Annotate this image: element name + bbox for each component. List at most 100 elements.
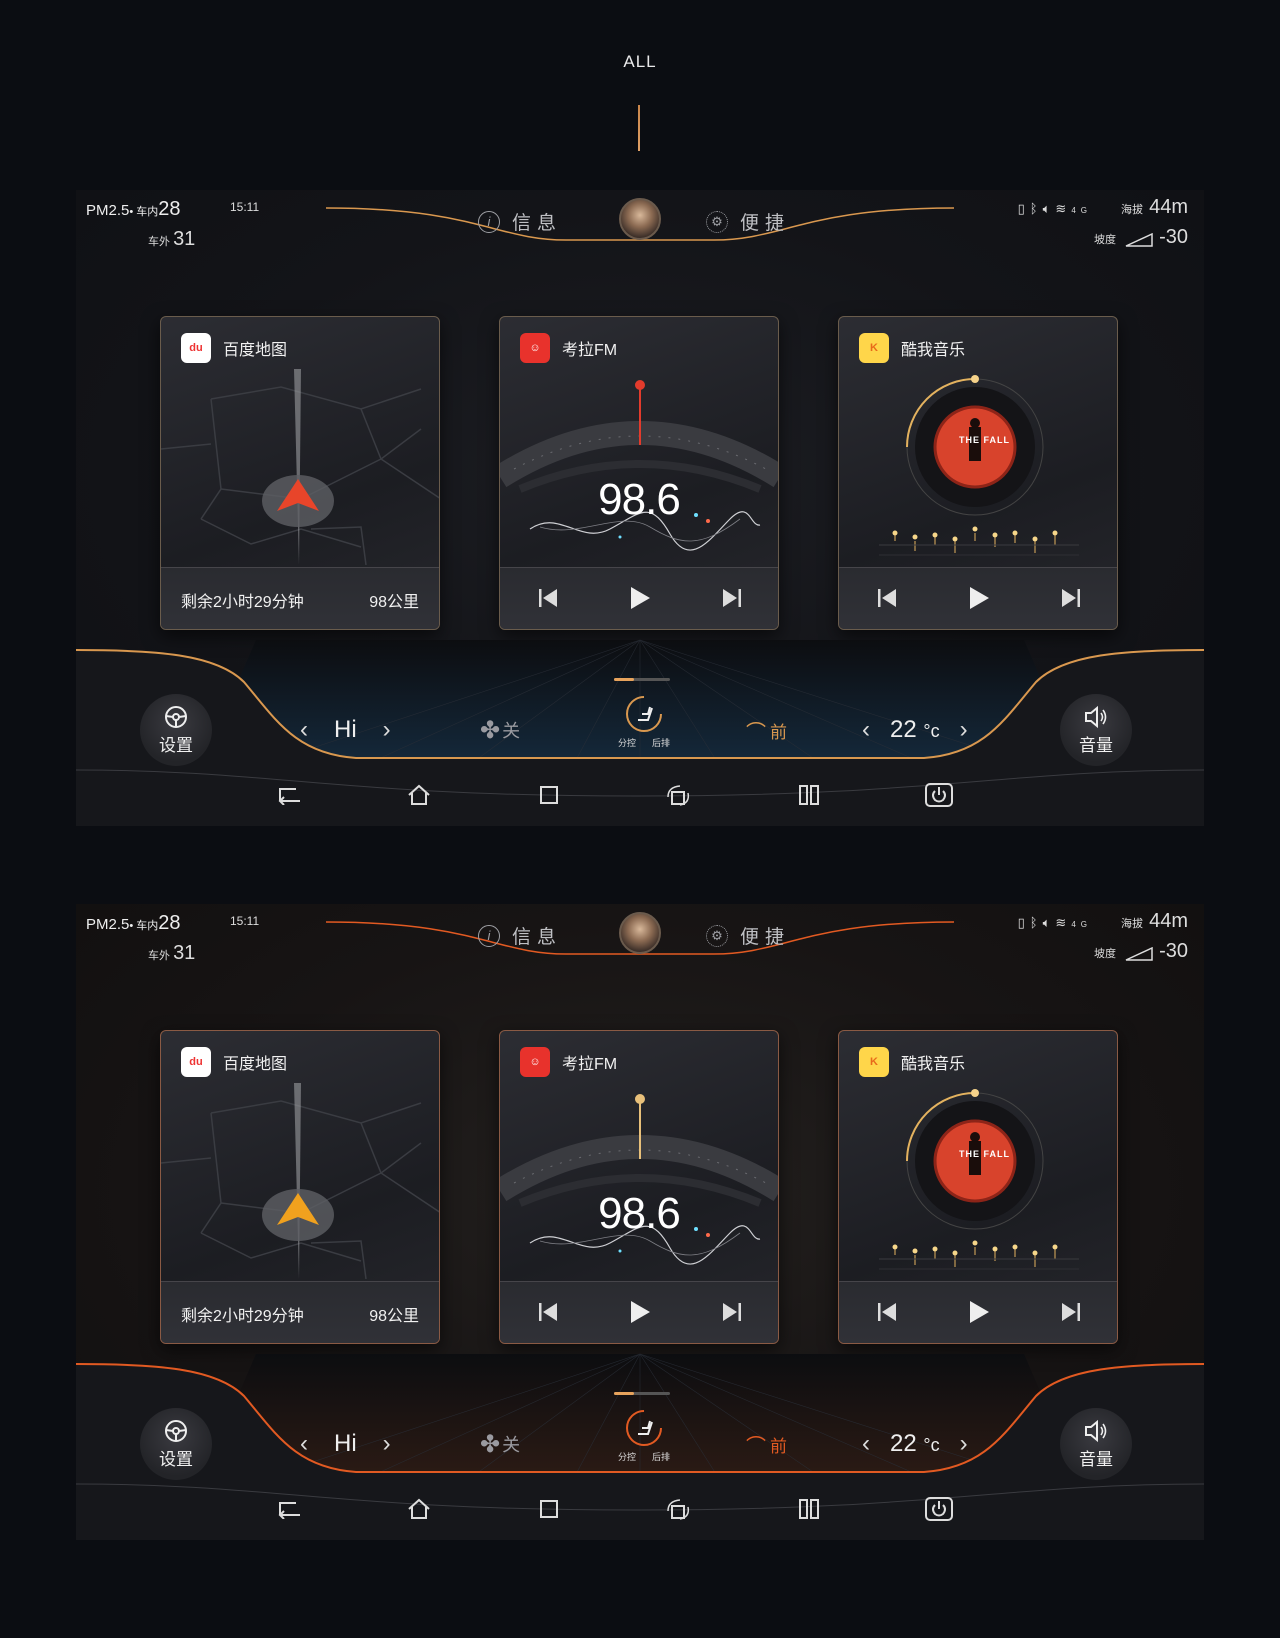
infotainment-screen: PM2.5• 车内28 15:11 车外 31 i 信息 ⚙ 便捷 ▯ᛒ🔈︎≋4… [76,190,1204,826]
next-icon[interactable] [1053,582,1089,614]
status-icons: ▯ᛒ🔈︎≋4G [1018,201,1092,217]
previous-icon[interactable] [869,582,905,614]
temp-increase-button[interactable]: › [954,716,974,744]
infotainment-screen: PM2.5• 车内28 15:11 车外 31 i 信息 ⚙ 便捷 ▯ᛒ🔈︎≋4… [76,904,1204,1540]
bluetooth-icon: ᛒ [1029,201,1043,216]
previous-icon[interactable] [869,1296,905,1328]
back-icon[interactable] [274,780,304,810]
radio-card[interactable]: ☺ 考拉FM 98.6 [499,316,779,630]
front-defrost-button[interactable]: ⌒ 前 [746,1424,787,1464]
music-card[interactable]: THE FALL K 酷我音乐 [838,316,1118,630]
fan-speed-control: ‹ Hi › [294,1424,397,1464]
seat-icon [624,1408,664,1448]
fan-increase-button[interactable]: › [377,1430,397,1458]
pm25-indicator: PM2.5• 车内28 [86,912,181,934]
recents-icon[interactable] [534,780,564,810]
page-indicator [614,1392,670,1395]
volume-button[interactable]: 音量 [1060,1408,1132,1480]
remaining-time: 剩余2小时29分钟 [181,594,304,611]
settings-button[interactable]: 设置 [140,694,212,766]
play-icon[interactable] [622,1296,658,1328]
info-icon: i [478,924,500,947]
back-icon[interactable] [274,1494,304,1524]
radio-card[interactable]: ☺ 考拉FM 98.6 [499,1030,779,1344]
slope: 坡度 -30 [1094,226,1188,248]
recents-icon[interactable] [534,1494,564,1524]
fan-speed-control: ‹ Hi › [294,710,397,750]
home-icon[interactable] [404,1494,434,1524]
play-icon[interactable] [961,1296,997,1328]
ac-seat-control[interactable]: 分控 后排 [618,1408,670,1462]
previous-icon[interactable] [530,1296,566,1328]
split-screen-icon[interactable] [794,780,824,810]
home-icon[interactable] [404,780,434,810]
outside-temp: 车外 31 [148,942,196,964]
map-card[interactable]: du 百度地图 剩余2小时29分钟 98公里 [160,1030,440,1344]
bluetooth-icon: ᛒ [1029,915,1043,930]
screen-gold-theme: PM2.5• 车内28 15:11 车外 31 i 信息 ⚙ 便捷 ▯ᛒ🔈︎≋4… [76,190,1204,826]
front-defrost-button[interactable]: ⌒ 前 [746,710,787,750]
quick-button[interactable]: ⚙ 便捷 [706,208,790,235]
screen-orange-theme: PM2.5• 车内28 15:11 车外 31 i 信息 ⚙ 便捷 ▯ᛒ🔈︎≋4… [76,904,1204,1540]
temp-decrease-button[interactable]: ‹ [856,716,876,744]
fan-decrease-button[interactable]: ‹ [294,716,314,744]
fan-increase-button[interactable]: › [377,716,397,744]
remaining-distance: 98公里 [369,594,419,611]
baidu-map-icon: du [181,333,211,363]
fan-toggle[interactable]: ✤ 关 [480,1424,520,1464]
steering-wheel-icon [165,705,187,728]
temperature-value: 22 °c [890,1430,940,1457]
ac-seat-control[interactable]: 分控 后排 [618,694,670,748]
temperature-control: ‹ 22 °c › [856,1424,974,1464]
play-icon[interactable] [961,582,997,614]
next-icon[interactable] [714,582,750,614]
power-icon[interactable] [924,1494,954,1524]
steering-wheel-icon [165,1419,187,1442]
previous-icon[interactable] [530,582,566,614]
temp-decrease-button[interactable]: ‹ [856,1430,876,1458]
sound-icon: 🔈︎ [1042,201,1056,216]
play-icon[interactable] [622,582,658,614]
settings-button[interactable]: 设置 [140,1408,212,1480]
music-visual [879,1089,1079,1270]
slope-icon [1125,947,1153,961]
fan-toggle[interactable]: ✤ 关 [480,710,520,750]
radio-app-name: 考拉FM [562,1056,618,1073]
kaola-fm-icon: ☺ [520,333,550,363]
user-avatar[interactable] [619,198,661,240]
temp-increase-button[interactable]: › [954,1430,974,1458]
map-app-name: 百度地图 [223,342,288,359]
remaining-time: 剩余2小时29分钟 [181,1308,304,1325]
map-card[interactable]: du 百度地图 剩余2小时29分钟 98公里 [160,316,440,630]
rotate-screen-icon[interactable] [664,780,694,810]
rotate-screen-icon[interactable] [664,1494,694,1524]
pm25-indicator: PM2.5• 车内28 [86,198,181,220]
info-button[interactable]: i 信息 [478,208,562,235]
next-icon[interactable] [1053,1296,1089,1328]
altitude: 海拔 44m [1120,910,1188,932]
speaker-icon [1085,1419,1107,1442]
split-screen-icon[interactable] [794,1494,824,1524]
page-title: ALL [623,52,657,71]
defrost-icon: ⌒ [746,1435,766,1458]
music-card[interactable]: THE FALL K 酷我音乐 [838,1030,1118,1344]
fan-decrease-button[interactable]: ‹ [294,1430,314,1458]
slope-icon [1125,233,1153,247]
radio-dial [500,1094,778,1265]
clock: 15:11 [230,914,260,928]
status-icons: ▯ᛒ🔈︎≋4G [1018,915,1092,931]
user-avatar[interactable] [619,912,661,954]
radio-app-name: 考拉FM [562,342,618,359]
kaola-fm-icon: ☺ [520,1047,550,1077]
speaker-icon [1085,705,1107,728]
sound-icon: 🔈︎ [1042,915,1056,930]
temperature-value: 22 °c [890,716,940,743]
gear-icon: ⚙ [706,924,728,947]
volume-button[interactable]: 音量 [1060,694,1132,766]
fan-level: Hi [334,716,357,743]
next-icon[interactable] [714,1296,750,1328]
power-icon[interactable] [924,780,954,810]
info-button[interactable]: i 信息 [478,922,562,949]
quick-button[interactable]: ⚙ 便捷 [706,922,790,949]
wifi-icon: ≋ [1055,201,1072,216]
